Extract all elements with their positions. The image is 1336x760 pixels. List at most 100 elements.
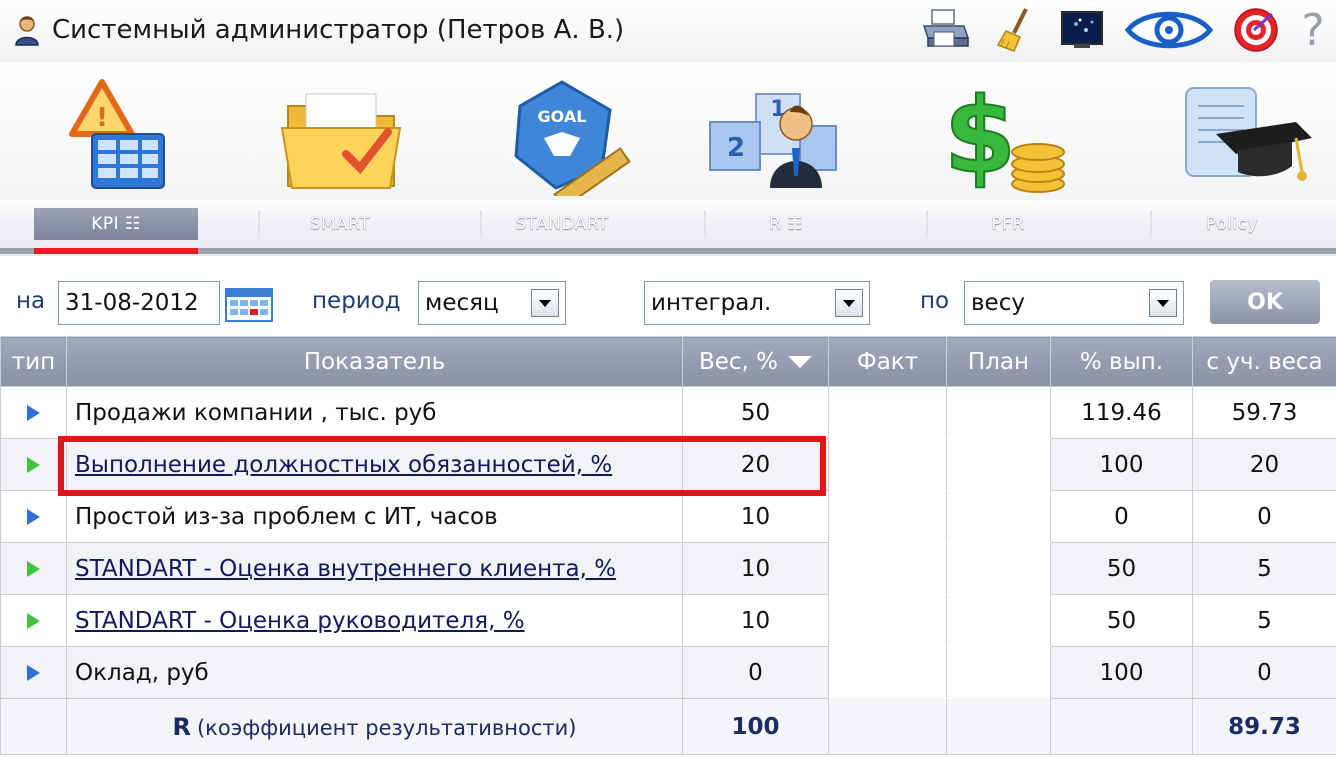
title-bar: Системный администратор (Петров А. В.) ? <box>0 0 1336 62</box>
percent-cell: 0 <box>1050 490 1193 543</box>
table-row: Оклад, руб 0 100 0 <box>0 646 1336 699</box>
kpi-table-icon[interactable]: ! <box>46 76 186 196</box>
column-header-weighted[interactable]: с уч. веса <box>1192 336 1336 387</box>
table-row: STANDART - Оценка руководителя, % 10 50 … <box>0 594 1336 647</box>
podium-person-icon[interactable]: 2 1 <box>700 76 840 196</box>
goal-ruler-icon[interactable]: GOAL <box>498 76 638 209</box>
filter-bar: на 31-08-2012 период месяц интеграл. по … <box>0 272 1336 332</box>
type-cell[interactable] <box>0 542 67 595</box>
help-glyph: ? <box>1301 4 1325 56</box>
type-cell[interactable] <box>0 646 67 699</box>
weighted-cell: 59.73 <box>1192 386 1336 439</box>
indicator-link[interactable]: STANDART - Оценка внутреннего клиента, % <box>75 556 616 582</box>
type-cell[interactable] <box>0 386 67 439</box>
total-fact-cell <box>828 698 947 755</box>
type-cell[interactable] <box>0 594 67 647</box>
svg-text:2: 2 <box>727 133 745 163</box>
tab-kpi[interactable]: KPI ☷ <box>34 208 198 240</box>
mode-select[interactable]: интеграл. <box>644 281 870 325</box>
dollar-coins-icon[interactable]: $ <box>940 74 1080 198</box>
weight-cell: 10 <box>682 490 829 543</box>
type-cell[interactable] <box>0 438 67 491</box>
indicator-link[interactable]: STANDART - Оценка руководителя, % <box>75 608 525 634</box>
expand-arrow-icon[interactable] <box>27 665 40 681</box>
indicator-name: Простой из-за проблем с ИТ, часов <box>75 503 498 530</box>
user-icon <box>10 13 44 47</box>
expand-arrow-icon[interactable] <box>27 561 40 577</box>
tab-pfr[interactable]: PFR <box>926 208 1090 240</box>
chevron-down-icon[interactable] <box>531 289 559 317</box>
weight-cell: 0 <box>682 646 829 699</box>
plan-cell <box>946 386 1051 439</box>
tab-label: STANDART <box>515 214 609 234</box>
fact-cell <box>828 542 947 595</box>
print-icon[interactable] <box>920 7 972 53</box>
screen-icon[interactable] <box>1056 7 1108 53</box>
tab-standart[interactable]: STANDART <box>480 208 644 240</box>
tab-label: Policy <box>1206 214 1258 234</box>
svg-text:GOAL: GOAL <box>538 107 587 126</box>
tab-policy[interactable]: Policy <box>1150 208 1314 240</box>
expand-arrow-icon[interactable] <box>27 457 40 473</box>
period-select[interactable]: месяц <box>418 281 566 325</box>
indicator-cell: Оклад, руб <box>66 646 683 699</box>
table-row: STANDART - Оценка внутреннего клиента, %… <box>0 542 1336 595</box>
fact-cell <box>828 490 947 543</box>
column-header-weight[interactable]: Вес, % <box>682 336 829 387</box>
table-row: Выполнение должностных обязанностей, % 2… <box>0 438 1336 491</box>
column-header-fact[interactable]: Факт <box>828 336 947 387</box>
column-header-plan[interactable]: План <box>946 336 1051 387</box>
folder-check-icon[interactable] <box>276 76 416 196</box>
weighted-cell: 0 <box>1192 490 1336 543</box>
indicator-name: Продажи компании , тыс. руб <box>75 399 437 426</box>
fact-cell <box>828 646 947 699</box>
percent-cell: 119.46 <box>1050 386 1193 439</box>
sort-by-select[interactable]: весу <box>964 281 1184 325</box>
fact-cell <box>828 386 947 439</box>
chevron-down-icon[interactable] <box>835 289 863 317</box>
calendar-icon[interactable] <box>224 287 274 323</box>
date-input[interactable]: 31-08-2012 <box>58 281 220 325</box>
plan-cell <box>946 542 1051 595</box>
percent-cell: 50 <box>1050 594 1193 647</box>
column-header-indicator[interactable]: Показатель <box>66 336 683 387</box>
column-header-percent[interactable]: % вып. <box>1050 336 1193 387</box>
period-label: период <box>312 288 401 314</box>
tab-label: SMART <box>309 214 371 234</box>
total-type-cell <box>0 698 67 755</box>
table-row: Простой из-за проблем с ИТ, часов 10 0 0 <box>0 490 1336 543</box>
total-weighted: 89.73 <box>1192 698 1336 755</box>
weight-cell: 10 <box>682 594 829 647</box>
r-letter: R <box>172 712 191 741</box>
broom-icon[interactable] <box>988 7 1040 53</box>
sort-desc-icon <box>788 356 813 368</box>
expand-arrow-icon[interactable] <box>27 405 40 421</box>
chevron-down-icon[interactable] <box>1149 289 1177 317</box>
ok-button[interactable]: OK <box>1210 280 1320 324</box>
tab-label: KPI ☷ <box>91 214 141 234</box>
weight-cell: 50 <box>682 386 829 439</box>
tab-smart[interactable]: SMART <box>258 208 422 240</box>
user-name-label: Системный администратор (Петров А. В.) <box>52 15 625 45</box>
indicator-link[interactable]: Выполнение должностных обязанностей, % <box>75 452 612 478</box>
tab-r[interactable]: R ☷ <box>704 208 868 240</box>
expand-arrow-icon[interactable] <box>27 613 40 629</box>
indicator-cell: STANDART - Оценка руководителя, % <box>66 594 683 647</box>
eye-icon[interactable] <box>1124 7 1214 53</box>
tab-label: R ☷ <box>769 214 803 234</box>
column-header-type[interactable]: тип <box>0 336 67 387</box>
period-value: месяц <box>425 290 499 316</box>
column-header-weight-label: Вес, % <box>698 348 779 375</box>
diploma-cap-icon[interactable] <box>1176 76 1316 196</box>
type-cell[interactable] <box>0 490 67 543</box>
percent-cell: 100 <box>1050 646 1193 699</box>
weight-cell: 10 <box>682 542 829 595</box>
help-icon[interactable]: ? <box>1298 4 1328 56</box>
total-label: (коэффициент результативности) <box>196 715 577 740</box>
target-icon[interactable] <box>1230 7 1282 53</box>
indicator-cell: STANDART - Оценка внутреннего клиента, % <box>66 542 683 595</box>
indicator-cell: Простой из-за проблем с ИТ, часов <box>66 490 683 543</box>
plan-cell <box>946 490 1051 543</box>
expand-arrow-icon[interactable] <box>27 509 40 525</box>
date-label: на <box>16 288 46 314</box>
